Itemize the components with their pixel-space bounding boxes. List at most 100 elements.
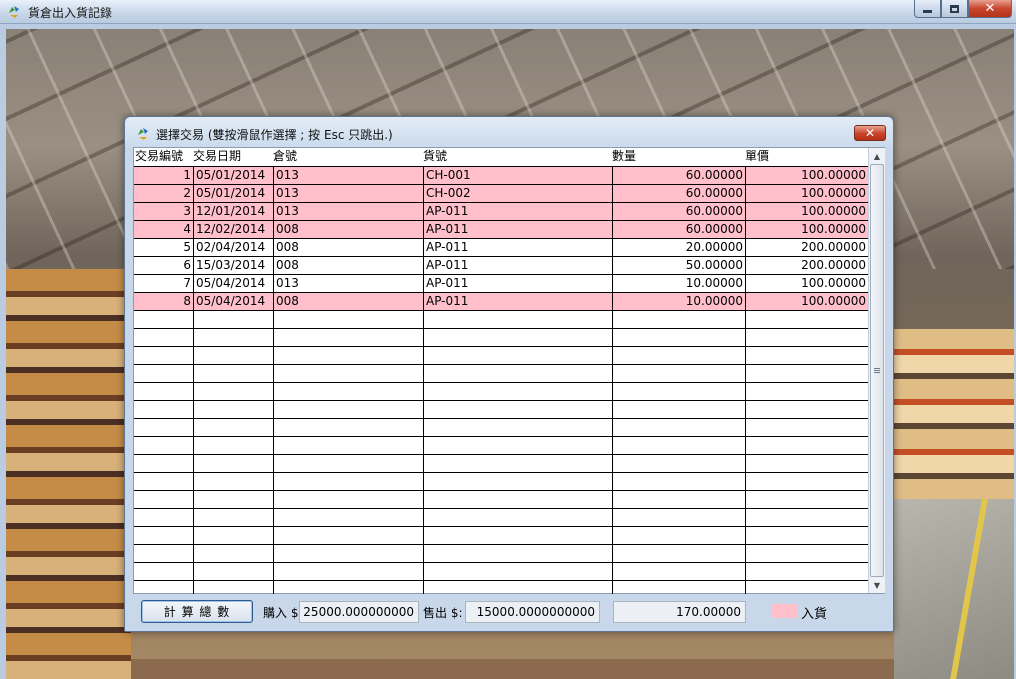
empty-table-row[interactable] — [134, 526, 868, 544]
column-header-qty[interactable]: 數量 — [611, 148, 636, 166]
cell-qty — [612, 311, 745, 328]
empty-table-row[interactable] — [134, 436, 868, 454]
empty-table-row[interactable] — [134, 562, 868, 580]
empty-table-row[interactable] — [134, 472, 868, 490]
cell-warehouse — [273, 491, 423, 508]
cell-qty — [612, 545, 745, 562]
cell-warehouse: 008 — [273, 293, 423, 310]
empty-table-row[interactable] — [134, 580, 868, 594]
empty-table-row[interactable] — [134, 382, 868, 400]
table-row[interactable]: 2 05/01/2014 013 CH-002 60.00000 100.00000 — [134, 184, 868, 202]
maximize-button[interactable] — [941, 0, 968, 18]
cell-warehouse — [273, 311, 423, 328]
table-row[interactable]: 5 02/04/2014 008 AP-011 20.00000 200.00000 — [134, 238, 868, 256]
close-button[interactable]: ✕ — [968, 0, 1012, 18]
cell-price — [745, 347, 868, 364]
cell-qty — [612, 365, 745, 382]
empty-table-row[interactable] — [134, 310, 868, 328]
empty-table-row[interactable] — [134, 418, 868, 436]
cell-warehouse: 013 — [273, 167, 423, 184]
cell-warehouse — [273, 545, 423, 562]
column-header-item[interactable]: 貨號 — [422, 148, 447, 166]
empty-table-row[interactable] — [134, 508, 868, 526]
cell-item: CH-001 — [423, 167, 612, 184]
empty-table-row[interactable] — [134, 364, 868, 382]
cell-price: 200.00000 — [745, 239, 868, 256]
scroll-down-arrow-icon[interactable]: ▼ — [869, 577, 885, 593]
column-header-date[interactable]: 交易日期 — [192, 148, 241, 166]
cell-item — [423, 545, 612, 562]
cell-price — [745, 527, 868, 544]
cell-qty — [612, 473, 745, 490]
cell-price: 100.00000 — [745, 167, 868, 184]
cell-item — [423, 365, 612, 382]
cell-price — [745, 383, 868, 400]
sale-label: 售出 $: — [423, 606, 463, 620]
cell-qty: 10.00000 — [612, 275, 745, 292]
cell-item: AP-011 — [423, 257, 612, 274]
empty-table-row[interactable] — [134, 454, 868, 472]
cell-date: 05/04/2014 — [193, 275, 273, 292]
column-header-price[interactable]: 單價 — [744, 148, 769, 166]
cell-warehouse: 008 — [273, 239, 423, 256]
calculate-total-button[interactable]: 計 算 總 數 — [141, 600, 253, 623]
cell-warehouse: 008 — [273, 221, 423, 238]
empty-table-row[interactable] — [134, 328, 868, 346]
empty-table-row[interactable] — [134, 544, 868, 562]
table-row[interactable]: 4 12/02/2014 008 AP-011 60.00000 100.00000 — [134, 220, 868, 238]
cell-price — [745, 491, 868, 508]
transaction-grid[interactable]: 交易編號 交易日期 倉號 貨號 數量 單價 1 05/01/2014 013 CH-0… — [133, 147, 885, 594]
table-row[interactable]: 7 05/04/2014 013 AP-011 10.00000 100.00000 — [134, 274, 868, 292]
cell-date — [193, 419, 273, 436]
cell-price — [745, 419, 868, 436]
cell-id: 1 — [183, 168, 191, 182]
cell-qty — [612, 347, 745, 364]
cell-qty: 20.00000 — [612, 239, 745, 256]
grip-icon — [874, 368, 880, 373]
empty-table-row[interactable] — [134, 490, 868, 508]
cell-price: 100.00000 — [745, 275, 868, 292]
cell-warehouse — [273, 581, 423, 594]
cell-qty — [612, 455, 745, 472]
scroll-thumb[interactable] — [870, 164, 884, 577]
column-header-id[interactable]: 交易編號 — [134, 148, 183, 166]
cell-date: 02/04/2014 — [193, 239, 273, 256]
cell-price — [745, 365, 868, 382]
cell-price: 100.00000 — [745, 185, 868, 202]
main-titlebar[interactable]: 貨倉出入貨記錄 ✕ — [0, 0, 1016, 24]
cell-price — [745, 509, 868, 526]
table-row[interactable]: 1 05/01/2014 013 CH-001 60.00000 100.00000 — [134, 166, 868, 184]
cell-id: 2 — [183, 186, 191, 200]
bg-bottom — [131, 659, 894, 679]
cell-qty — [612, 527, 745, 544]
vertical-scrollbar[interactable]: ▲ ▼ — [868, 148, 885, 593]
cell-qty: 60.00000 — [612, 185, 745, 202]
cell-price — [745, 545, 868, 562]
cell-item — [423, 347, 612, 364]
empty-table-row[interactable] — [134, 400, 868, 418]
recycle-app-icon — [9, 6, 19, 18]
cell-date — [193, 311, 273, 328]
cell-item — [423, 455, 612, 472]
empty-table-row[interactable] — [134, 346, 868, 364]
scroll-up-arrow-icon[interactable]: ▲ — [869, 148, 885, 164]
dialog-titlebar[interactable]: 選擇交易 (雙按滑鼠作選擇 ; 按 Esc 只跳出.) ✕ — [125, 117, 893, 147]
cell-qty — [612, 581, 745, 594]
cell-warehouse — [273, 419, 423, 436]
cell-id — [134, 455, 193, 472]
table-row[interactable]: 8 05/04/2014 008 AP-011 10.00000 100.00000 — [134, 292, 868, 310]
dialog-close-button[interactable]: ✕ — [854, 125, 886, 141]
cell-item — [423, 509, 612, 526]
table-row[interactable]: 6 15/03/2014 008 AP-011 50.00000 200.00000 — [134, 256, 868, 274]
cell-warehouse — [273, 437, 423, 454]
minimize-button[interactable] — [914, 0, 941, 18]
cell-item — [423, 491, 612, 508]
cell-item — [423, 383, 612, 400]
column-header-warehouse[interactable]: 倉號 — [272, 148, 297, 166]
cell-date — [193, 329, 273, 346]
cell-item — [423, 401, 612, 418]
cell-date: 12/01/2014 — [193, 203, 273, 220]
cell-warehouse: 013 — [273, 203, 423, 220]
table-row[interactable]: 3 12/01/2014 013 AP-011 60.00000 100.00000 — [134, 202, 868, 220]
cell-item: CH-002 — [423, 185, 612, 202]
